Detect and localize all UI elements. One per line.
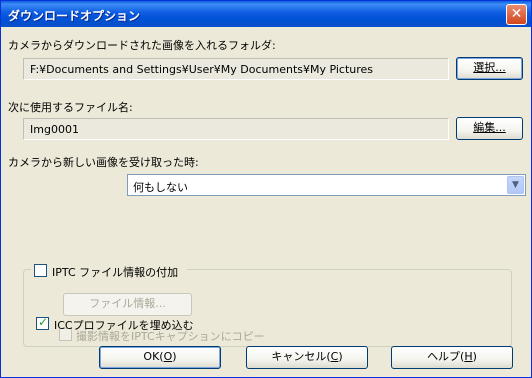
chevron-down-icon[interactable]: ▼ [507,176,524,194]
folder-label: カメラからダウンロードされた画像を入れるフォルダ: [8,39,276,52]
ok-button[interactable]: OK(O) [99,346,221,369]
cancel-button[interactable]: キャンセル(C) [246,346,368,369]
help-accelerator: H [464,350,473,363]
checkmark-icon: ✓ [38,315,49,329]
edit-filename-label: 編集... [473,121,506,134]
iptc-header: IPTC ファイル情報の付加 [31,263,187,279]
ok-label-end: ) [172,350,177,363]
download-options-dialog: ダウンロードオプション ✕ カメラからダウンロードされた画像を入れるフォルダ: … [0,0,532,378]
folder-path-field: F:¥Documents and Settings¥User¥My Docume… [23,58,449,80]
edit-filename-button[interactable]: 編集... [456,117,523,140]
help-label-end: ) [472,350,477,363]
cancel-label: キャンセル( [271,350,331,363]
on-receive-label: カメラから新しい画像を受け取った時: [8,156,199,169]
help-button[interactable]: ヘルプ(H) [391,346,513,369]
close-icon: ✕ [510,6,523,22]
cancel-label-end: ) [338,350,343,363]
ok-accelerator: O [163,350,173,363]
on-receive-value: 何もしない [133,181,188,194]
icc-checkbox[interactable]: ✓ [36,315,49,330]
help-label: ヘルプ( [427,350,465,363]
dialog-title: ダウンロードオプション [8,9,141,23]
ok-label: OK( [143,350,164,363]
title-bar[interactable]: ダウンロードオプション ✕ [1,1,531,27]
iptc-checkbox[interactable] [34,264,47,277]
filename-label: 次に使用するファイル名: [8,101,133,114]
file-info-label: ファイル情報... [89,297,166,310]
filename-field: Img0001 [23,118,449,140]
file-info-button[interactable]: ファイル情報... [63,293,192,316]
browse-folder-label: 選択... [473,61,506,74]
on-receive-select[interactable]: 何もしない ▼ [127,174,526,196]
browse-folder-button[interactable]: 選択... [456,57,523,80]
iptc-checkbox-label[interactable]: IPTC ファイル情報の付加 [52,264,178,280]
icc-checkbox-label[interactable]: ICCプロファイルを埋め込む [54,317,194,333]
close-button[interactable]: ✕ [506,4,527,25]
